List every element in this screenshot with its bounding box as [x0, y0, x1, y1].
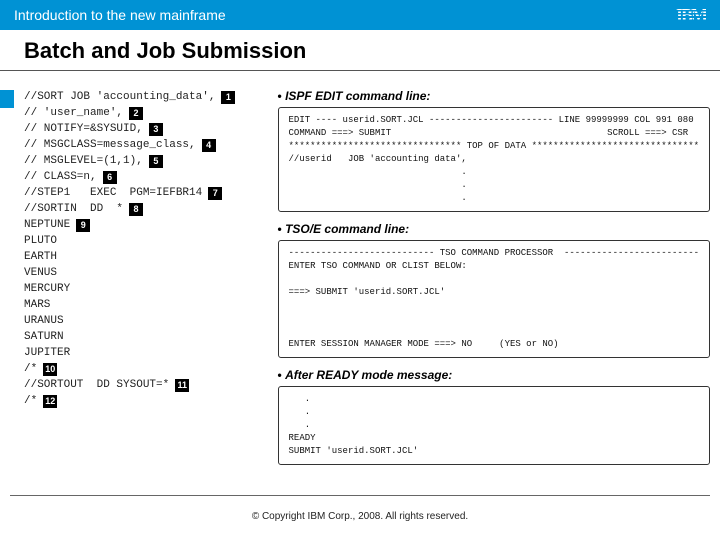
code-annotation-chip: 5 [149, 155, 163, 168]
code-line: NEPTUNE 9 [24, 217, 266, 233]
code-annotation-chip: 4 [202, 139, 216, 152]
code-line: PLUTO [24, 233, 266, 249]
code-line: /* 10 [24, 361, 266, 377]
section: TSO/E command line: ---------------------… [278, 222, 710, 358]
content: //SORT JOB 'accounting_data',1// 'user_n… [0, 71, 720, 475]
footer-rule [10, 495, 710, 496]
accent-block [0, 90, 14, 108]
code-line: URANUS [24, 313, 266, 329]
code-line: // 'user_name', 2 [24, 105, 266, 121]
code-text: MARS [24, 297, 50, 313]
section-heading: After READY mode message: [278, 368, 710, 382]
code-text: /* [24, 393, 37, 409]
code-line: SATURN [24, 329, 266, 345]
ibm-logo: IBM [676, 5, 706, 26]
code-line: // MSGLEVEL=(1,1), 5 [24, 153, 266, 169]
code-annotation-chip: 11 [175, 379, 189, 392]
code-line: MERCURY [24, 281, 266, 297]
code-text: MERCURY [24, 281, 70, 297]
title-row: Batch and Job Submission [0, 30, 720, 68]
code-text: PLUTO [24, 233, 57, 249]
code-text: //STEP1 EXEC PGM=IEFBR14 [24, 185, 202, 201]
code-line: EARTH [24, 249, 266, 265]
code-line: /* 12 [24, 393, 266, 409]
code-text: // MSGCLASS=message_class, [24, 137, 196, 153]
code-annotation-chip: 10 [43, 363, 57, 376]
code-text: //SORT JOB 'accounting_data', [24, 89, 215, 105]
code-line: //STEP1 EXEC PGM=IEFBR14 7 [24, 185, 266, 201]
code-line: //SORTIN DD * 8 [24, 201, 266, 217]
code-line: //SORTOUT DD SYSOUT=* 11 [24, 377, 266, 393]
code-annotation-chip: 1 [221, 91, 235, 104]
code-annotation-chip: 3 [149, 123, 163, 136]
section: After READY mode message: . . . READY SU… [278, 368, 710, 465]
code-line: //SORT JOB 'accounting_data', 1 [24, 89, 266, 105]
code-annotation-chip: 7 [208, 187, 222, 200]
code-line: // MSGCLASS=message_class, 4 [24, 137, 266, 153]
panels-column: ISPF EDIT command line: EDIT ---- userid.… [278, 89, 710, 475]
code-text: //SORTIN DD * [24, 201, 123, 217]
section-heading: ISPF EDIT command line: [278, 89, 710, 103]
code-annotation-chip: 12 [43, 395, 57, 408]
terminal-panel: . . . READY SUBMIT 'userid.SORT.JCL' [278, 386, 710, 465]
code-text: NEPTUNE [24, 217, 70, 233]
code-line: // NOTIFY=&SYSUID, 3 [24, 121, 266, 137]
code-text: // NOTIFY=&SYSUID, [24, 121, 143, 137]
section-heading: TSO/E command line: [278, 222, 710, 236]
jcl-code-block: //SORT JOB 'accounting_data',1// 'user_n… [24, 89, 266, 475]
section: ISPF EDIT command line: EDIT ---- userid.… [278, 89, 710, 212]
code-text: EARTH [24, 249, 57, 265]
terminal-panel: --------------------------- TSO COMMAND … [278, 240, 710, 358]
code-text: VENUS [24, 265, 57, 281]
code-annotation-chip: 2 [129, 107, 143, 120]
page-title: Batch and Job Submission [24, 38, 696, 64]
code-line: // CLASS=n, 6 [24, 169, 266, 185]
code-annotation-chip: 9 [76, 219, 90, 232]
terminal-panel: EDIT ---- userid.SORT.JCL --------------… [278, 107, 710, 212]
header-bar: Introduction to the new mainframe IBM [0, 0, 720, 30]
code-text: // 'user_name', [24, 105, 123, 121]
code-text: JUPITER [24, 345, 70, 361]
code-text: /* [24, 361, 37, 377]
code-annotation-chip: 6 [103, 171, 117, 184]
code-annotation-chip: 8 [129, 203, 143, 216]
footer-copyright: © Copyright IBM Corp., 2008. All rights … [0, 511, 720, 522]
code-line: JUPITER [24, 345, 266, 361]
code-text: URANUS [24, 313, 64, 329]
code-line: VENUS [24, 265, 266, 281]
code-text: //SORTOUT DD SYSOUT=* [24, 377, 169, 393]
code-line: MARS [24, 297, 266, 313]
header-subtitle: Introduction to the new mainframe [14, 7, 226, 23]
code-text: // MSGLEVEL=(1,1), [24, 153, 143, 169]
code-text: SATURN [24, 329, 64, 345]
code-text: // CLASS=n, [24, 169, 97, 185]
